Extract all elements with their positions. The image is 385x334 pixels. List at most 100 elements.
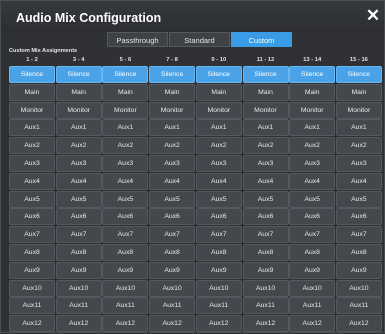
assignment-button[interactable]: Monitor — [55, 101, 102, 119]
assignment-button[interactable]: Aux9 — [55, 261, 102, 279]
assignment-button[interactable]: Aux3 — [242, 155, 289, 172]
assignment-button[interactable]: Aux6 — [289, 208, 336, 226]
assignment-button[interactable]: Aux6 — [242, 208, 289, 226]
assignment-button[interactable]: Aux12 — [242, 315, 289, 333]
assignment-button[interactable]: Aux3 — [195, 155, 242, 172]
assignment-button[interactable]: Aux7 — [195, 226, 242, 244]
assignment-button[interactable]: Aux10 — [102, 279, 149, 297]
assignment-button[interactable]: Aux9 — [242, 261, 289, 279]
assignment-button[interactable]: Aux6 — [55, 208, 102, 226]
assignment-button[interactable]: Silence — [102, 66, 149, 83]
assignment-button[interactable]: Main — [242, 83, 289, 101]
assignment-button[interactable]: Aux11 — [149, 297, 196, 315]
assignment-button[interactable]: Aux9 — [335, 261, 382, 279]
assignment-button[interactable]: Aux8 — [335, 244, 382, 261]
assignment-button[interactable]: Aux9 — [195, 261, 242, 279]
assignment-button[interactable]: Aux1 — [55, 119, 102, 137]
assignment-button[interactable]: Main — [289, 83, 336, 101]
assignment-button[interactable]: Aux8 — [195, 244, 242, 261]
assignment-button[interactable]: Aux12 — [195, 315, 242, 333]
close-icon[interactable]: ✕ — [364, 6, 382, 25]
assignment-button[interactable]: Aux4 — [55, 172, 102, 190]
assignment-button[interactable]: Aux5 — [289, 190, 336, 208]
assignment-button[interactable]: Aux12 — [149, 315, 196, 333]
assignment-button[interactable]: Aux11 — [335, 297, 382, 315]
assignment-button[interactable]: Main — [55, 83, 102, 101]
assignment-button[interactable]: Aux9 — [149, 261, 196, 279]
assignment-button[interactable]: Silence — [55, 66, 102, 83]
assignment-button[interactable]: Aux7 — [335, 226, 382, 244]
assignment-button[interactable]: Aux3 — [289, 155, 336, 172]
assignment-button[interactable]: Monitor — [149, 101, 196, 119]
assignment-button[interactable]: Aux3 — [9, 155, 55, 172]
assignment-button[interactable]: Monitor — [289, 101, 336, 119]
assignment-button[interactable]: Aux2 — [55, 137, 102, 155]
assignment-button[interactable]: Aux11 — [102, 297, 149, 315]
assignment-button[interactable]: Aux5 — [242, 190, 289, 208]
assignment-button[interactable]: Aux8 — [242, 244, 289, 261]
assignment-button[interactable]: Aux10 — [242, 279, 289, 297]
assignment-button[interactable]: Aux7 — [102, 226, 149, 244]
assignment-button[interactable]: Aux3 — [55, 155, 102, 172]
assignment-button[interactable]: Aux9 — [9, 261, 55, 279]
assignment-button[interactable]: Main — [335, 83, 382, 101]
assignment-button[interactable]: Aux8 — [9, 244, 55, 261]
assignment-button[interactable]: Aux3 — [102, 155, 149, 172]
assignment-button[interactable]: Monitor — [195, 101, 242, 119]
assignment-button[interactable]: Aux7 — [55, 226, 102, 244]
assignment-button[interactable]: Aux5 — [9, 190, 55, 208]
assignment-button[interactable]: Aux5 — [195, 190, 242, 208]
assignment-button[interactable]: Aux11 — [289, 297, 336, 315]
assignment-button[interactable]: Aux9 — [102, 261, 149, 279]
assignment-button[interactable]: Aux11 — [9, 297, 55, 315]
assignment-button[interactable]: Aux4 — [9, 172, 55, 190]
assignment-button[interactable]: Aux6 — [9, 208, 55, 226]
assignment-button[interactable]: Silence — [335, 66, 382, 83]
mode-button-custom[interactable]: Custom — [231, 32, 292, 47]
assignment-button[interactable]: Silence — [195, 66, 242, 83]
assignment-button[interactable]: Aux1 — [102, 119, 149, 137]
assignment-button[interactable]: Aux5 — [55, 190, 102, 208]
assignment-button[interactable]: Aux10 — [9, 279, 55, 297]
assignment-button[interactable]: Silence — [149, 66, 196, 83]
assignment-button[interactable]: Aux12 — [55, 315, 102, 333]
assignment-button[interactable]: Aux8 — [102, 244, 149, 261]
assignment-button[interactable]: Aux1 — [289, 119, 336, 137]
assignment-button[interactable]: Aux10 — [149, 279, 196, 297]
assignment-button[interactable]: Main — [9, 83, 55, 101]
assignment-button[interactable]: Aux10 — [289, 279, 336, 297]
assignment-button[interactable]: Aux10 — [195, 279, 242, 297]
assignment-button[interactable]: Silence — [242, 66, 289, 83]
assignment-button[interactable]: Aux2 — [195, 137, 242, 155]
assignment-button[interactable]: Aux2 — [102, 137, 149, 155]
assignment-button[interactable]: Aux10 — [55, 279, 102, 297]
assignment-button[interactable]: Silence — [289, 66, 336, 83]
assignment-button[interactable]: Aux5 — [335, 190, 382, 208]
assignment-button[interactable]: Aux1 — [149, 119, 196, 137]
assignment-button[interactable]: Silence — [9, 66, 55, 83]
assignment-button[interactable]: Aux10 — [335, 279, 382, 297]
assignment-button[interactable]: Aux1 — [9, 119, 55, 137]
assignment-button[interactable]: Aux6 — [102, 208, 149, 226]
assignment-button[interactable]: Main — [195, 83, 242, 101]
assignment-button[interactable]: Aux12 — [335, 315, 382, 333]
assignment-button[interactable]: Aux7 — [289, 226, 336, 244]
assignment-button[interactable]: Aux7 — [242, 226, 289, 244]
assignment-button[interactable]: Aux1 — [242, 119, 289, 137]
assignment-button[interactable]: Aux8 — [289, 244, 336, 261]
assignment-button[interactable]: Aux11 — [55, 297, 102, 315]
assignment-button[interactable]: Aux11 — [242, 297, 289, 315]
assignment-button[interactable]: Aux4 — [149, 172, 196, 190]
assignment-button[interactable]: Aux7 — [9, 226, 55, 244]
assignment-button[interactable]: Aux5 — [102, 190, 149, 208]
assignment-button[interactable]: Aux4 — [289, 172, 336, 190]
assignment-button[interactable]: Aux7 — [149, 226, 196, 244]
assignment-button[interactable]: Aux12 — [9, 315, 55, 333]
assignment-button[interactable]: Aux2 — [242, 137, 289, 155]
assignment-button[interactable]: Aux2 — [289, 137, 336, 155]
assignment-button[interactable]: Aux2 — [149, 137, 196, 155]
assignment-button[interactable]: Aux3 — [149, 155, 196, 172]
assignment-button[interactable]: Aux12 — [102, 315, 149, 333]
mode-button-standard[interactable]: Standard — [169, 32, 230, 47]
assignment-button[interactable]: Aux6 — [195, 208, 242, 226]
